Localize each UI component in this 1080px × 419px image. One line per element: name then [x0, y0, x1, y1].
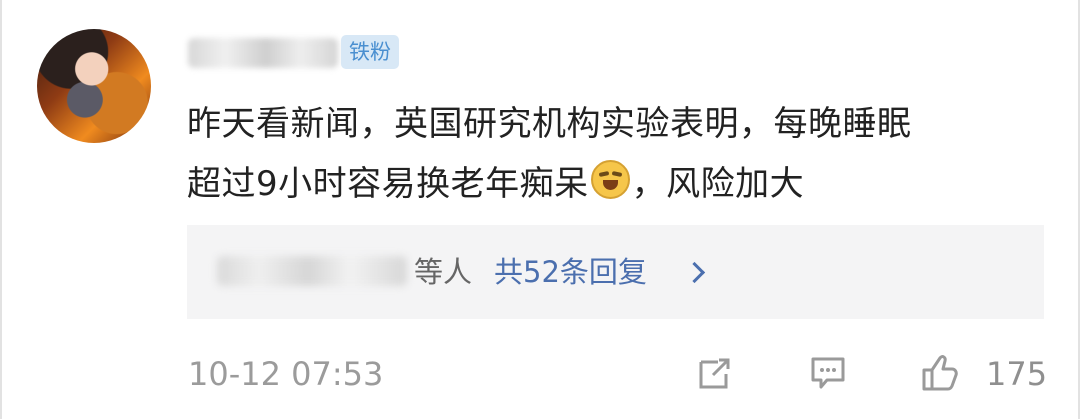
comment-line-1: 昨天看新闻，英国研究机构实验表明，每晚睡眠: [187, 104, 912, 144]
thumbs-up-icon: [922, 355, 958, 391]
post-timestamp: 10-12 07:53: [188, 355, 384, 393]
chevron-right-icon: [683, 261, 706, 284]
username-redacted[interactable]: [188, 38, 338, 68]
user-avatar[interactable]: [37, 29, 151, 143]
comment-text: 昨天看新闻，英国研究机构实验表明，每晚睡眠 超过9小时容易换老年痴呆 ，风险加大: [187, 94, 1047, 214]
reply-suffix: 等人: [414, 255, 473, 289]
fan-badge: 铁粉: [341, 35, 399, 69]
comment-icon: [811, 357, 845, 389]
comment-button[interactable]: [807, 352, 849, 394]
like-count: 175: [986, 355, 1048, 393]
share-icon: [699, 358, 730, 389]
left-edge: [0, 0, 2, 419]
like-button[interactable]: [919, 352, 961, 394]
laughing-crying-emoji: [590, 160, 630, 199]
comment-text-after-emoji: ，风险加大: [631, 164, 805, 204]
reply-count-link[interactable]: 共52条回复: [494, 252, 647, 292]
comment-text-before-emoji: 超过9小时容易换老年痴呆: [187, 164, 589, 204]
comment-line-2: 超过9小时容易换老年痴呆 ，风险加大: [187, 154, 1047, 214]
reply-summary-box[interactable]: 等人 共52条回复: [187, 225, 1044, 319]
share-button[interactable]: [694, 352, 736, 394]
emoji-mouth: [602, 180, 618, 190]
replier-names-redacted: [217, 256, 407, 286]
